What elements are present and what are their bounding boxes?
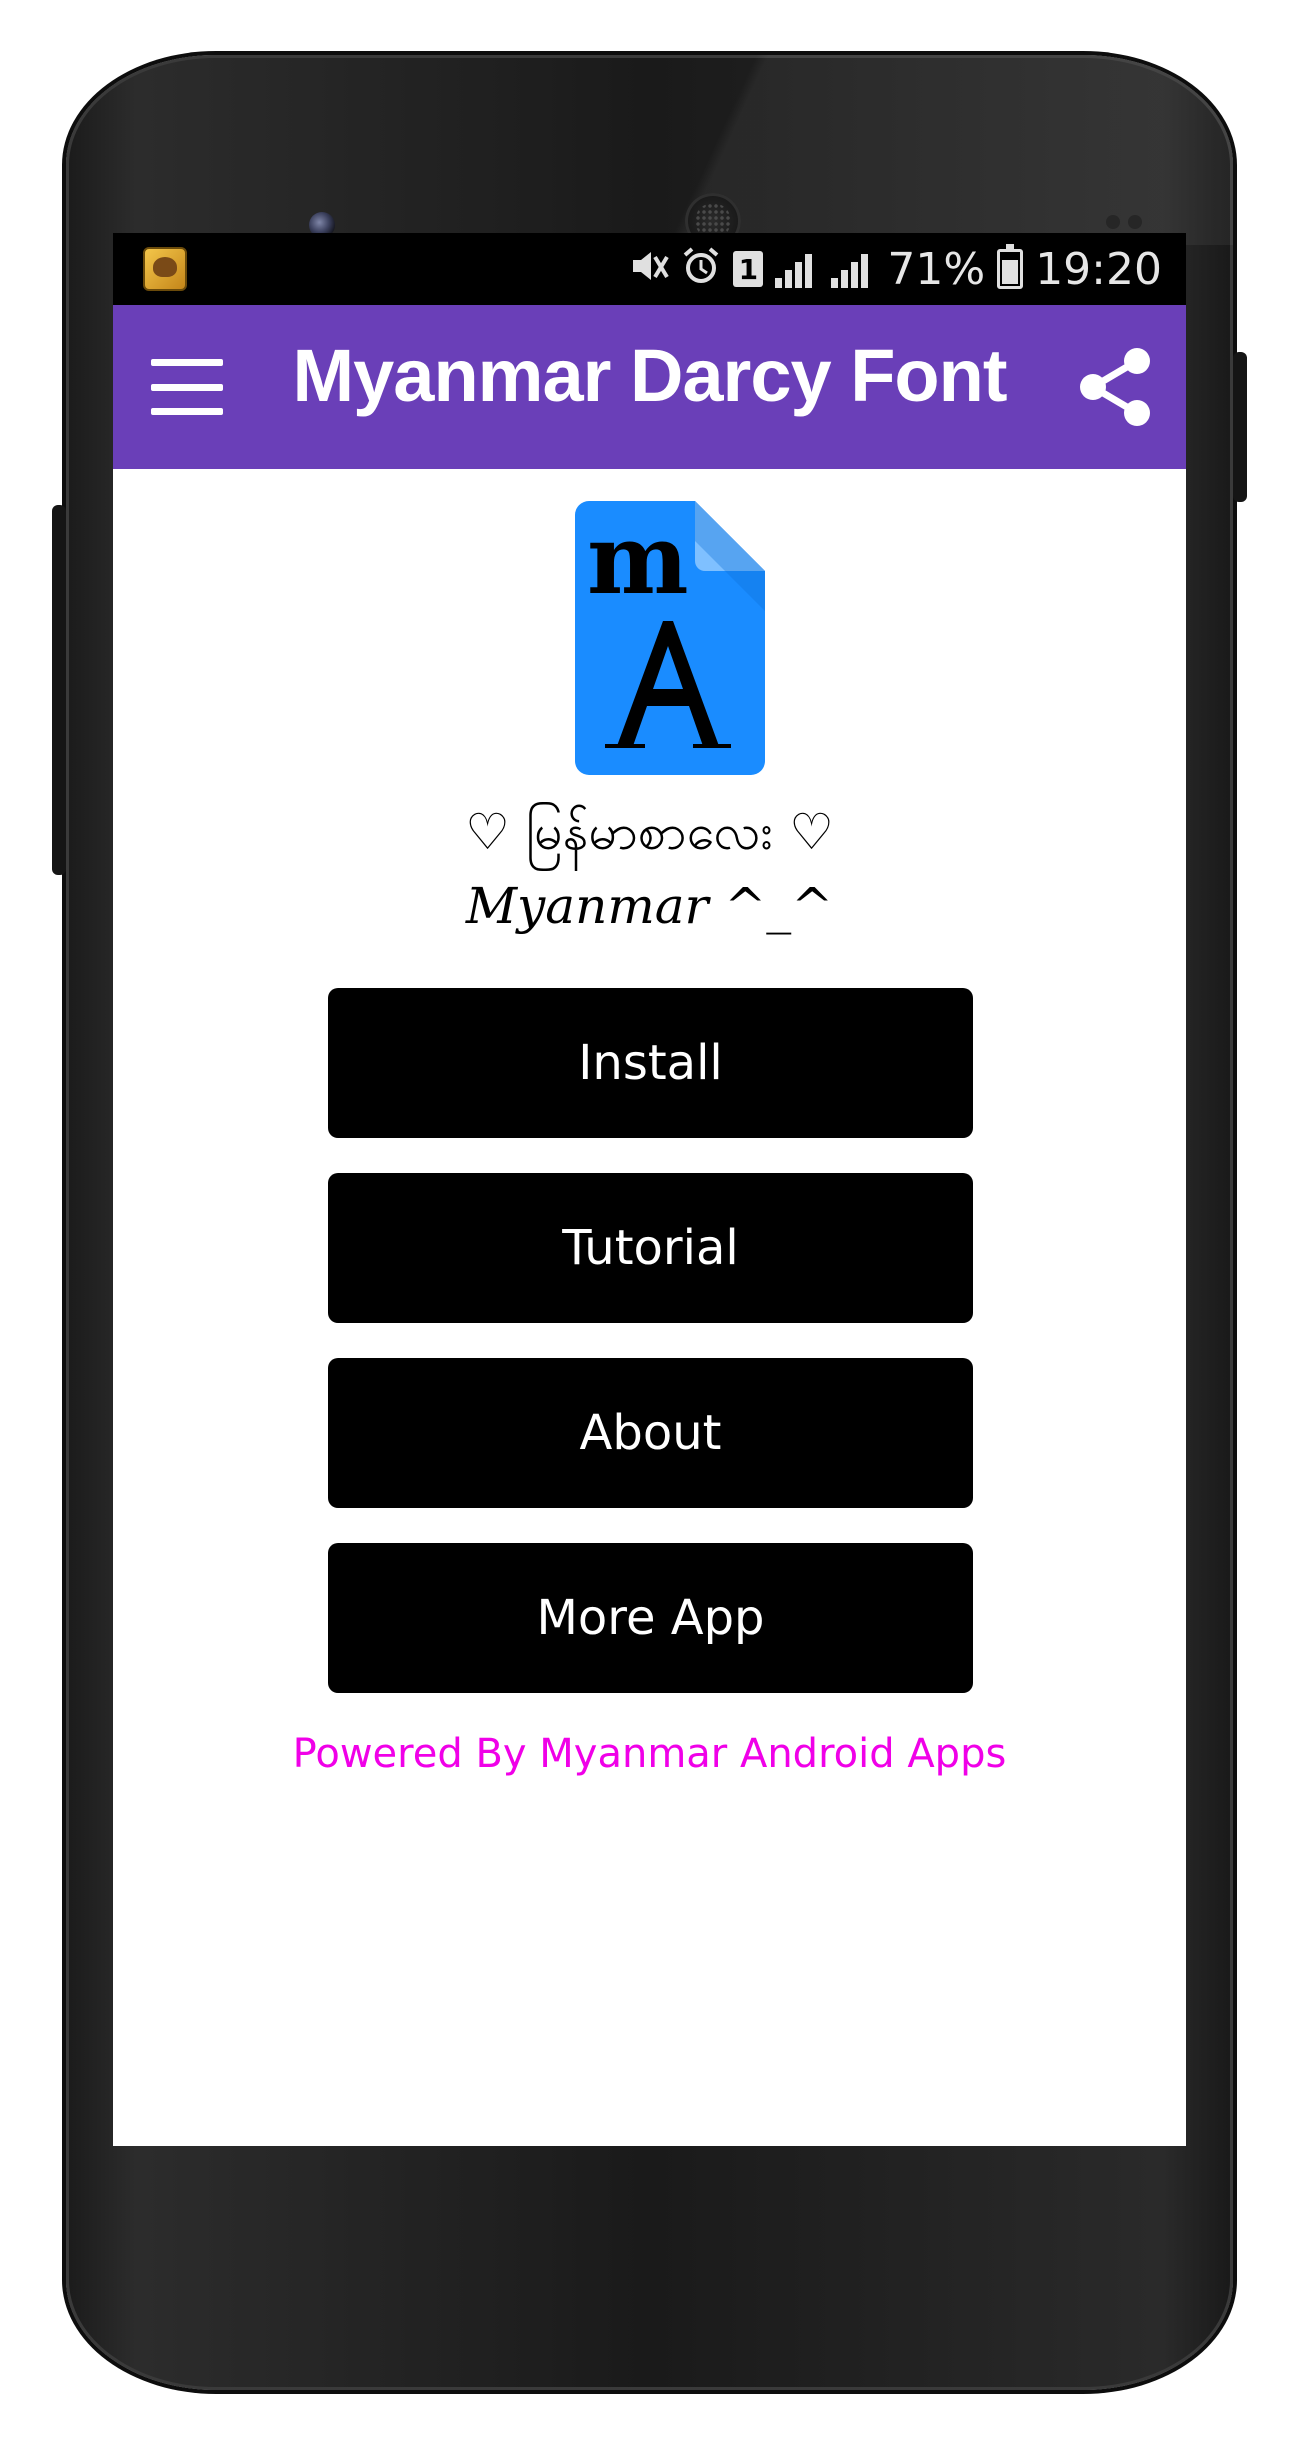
volume-button xyxy=(52,505,66,875)
signal-strength-icon xyxy=(775,250,819,288)
font-file-icon: m xyxy=(575,501,765,775)
notification-app-icon xyxy=(143,247,187,291)
main-content: m ♡ မြန်မာစာလေး ♡ Myanmar ^_^ Install Tu… xyxy=(113,469,1186,2146)
light-sensor xyxy=(1128,215,1142,229)
install-button[interactable]: Install xyxy=(328,988,973,1138)
power-button xyxy=(1233,352,1247,502)
app-bar: Myanmar Darcy Font xyxy=(113,305,1186,469)
status-icons: 1 71% 19:20 xyxy=(629,233,1162,305)
proximity-sensor xyxy=(1106,215,1120,229)
battery-icon xyxy=(997,244,1024,289)
sim-indicator: 1 xyxy=(733,251,764,287)
tagline-myanmar: ♡ မြန်မာစာလေး ♡ xyxy=(465,803,834,861)
tagline-english: Myanmar ^_^ xyxy=(465,877,834,935)
mute-icon xyxy=(629,247,670,292)
tutorial-button[interactable]: Tutorial xyxy=(328,1173,973,1323)
svg-text:m: m xyxy=(587,503,689,616)
app-title: Myanmar Darcy Font xyxy=(292,334,1008,417)
phone-screen: 1 71% 19:20 Myanmar Darcy Font m ♡ မြန်မ… xyxy=(113,233,1186,2146)
about-button[interactable]: About xyxy=(328,1358,973,1508)
status-clock: 19:20 xyxy=(1035,243,1162,295)
alarm-icon xyxy=(681,246,721,293)
status-bar: 1 71% 19:20 xyxy=(113,233,1186,305)
more-app-button[interactable]: More App xyxy=(328,1543,973,1693)
battery-percent: 71% xyxy=(887,243,986,295)
share-icon[interactable] xyxy=(1071,343,1159,431)
signal-strength-icon-2 xyxy=(831,250,875,288)
powered-by-link[interactable]: Powered By Myanmar Android Apps xyxy=(113,1731,1186,1777)
